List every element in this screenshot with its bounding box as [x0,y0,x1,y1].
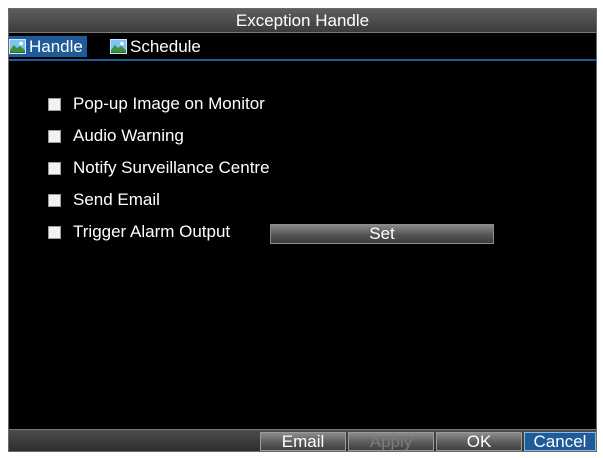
landscape-icon [110,39,127,54]
option-trigger-alarm: Trigger Alarm Output [48,222,230,242]
landscape-icon [9,39,26,54]
option-popup-image: Pop-up Image on Monitor [48,94,265,114]
email-button[interactable]: Email [260,432,346,451]
option-label: Trigger Alarm Output [73,222,231,241]
apply-button[interactable]: Apply [348,432,434,451]
send-email-checkbox[interactable] [48,193,61,207]
option-send-email: Send Email [48,190,160,210]
tab-schedule[interactable]: Schedule [110,36,201,57]
trigger-alarm-set-button[interactable]: Set [270,224,494,244]
window-title: Exception Handle [9,9,596,33]
popup-image-checkbox[interactable] [48,97,61,111]
cancel-button[interactable]: Cancel [524,432,596,451]
handle-panel: Pop-up Image on Monitor Audio Warning No… [9,61,596,429]
option-notify-centre: Notify Surveillance Centre [48,158,270,178]
option-label: Audio Warning [73,126,184,145]
tab-handle[interactable]: Handle [9,36,87,57]
notify-centre-checkbox[interactable] [48,161,61,175]
tab-schedule-label: Schedule [130,37,201,56]
option-audio-warning: Audio Warning [48,126,184,146]
option-label: Send Email [73,190,160,209]
option-label: Notify Surveillance Centre [73,158,270,177]
tab-handle-label: Handle [29,37,83,56]
exception-handle-window: Exception Handle Handle Schedule Pop-up … [8,8,597,452]
audio-warning-checkbox[interactable] [48,129,61,143]
footer-bar: Email Apply OK Cancel [9,429,596,451]
ok-button[interactable]: OK [436,432,522,451]
trigger-alarm-checkbox[interactable] [48,225,61,239]
tab-bar: Handle Schedule [9,33,596,59]
option-label: Pop-up Image on Monitor [73,94,265,113]
